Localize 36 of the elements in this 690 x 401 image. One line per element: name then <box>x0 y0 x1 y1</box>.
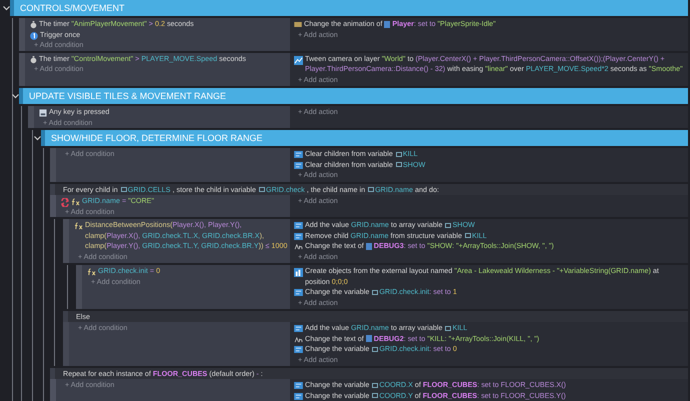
keyboard-icon <box>39 109 47 117</box>
function-icon <box>74 222 83 230</box>
variable-icon <box>294 151 303 158</box>
event-handle[interactable] <box>50 148 56 182</box>
variable-icon <box>294 325 303 332</box>
stopwatch-icon <box>30 21 37 29</box>
group-header[interactable]: UPDATE VISIBLE TILES & MOVEMENT RANGE <box>19 88 688 104</box>
collapse-chevron-icon[interactable] <box>34 136 40 140</box>
variable-icon <box>294 392 303 400</box>
variable-icon <box>294 232 303 240</box>
layout-icon <box>294 268 303 277</box>
function-icon <box>71 198 80 206</box>
group-header[interactable]: SHOW/HIDE FLOOR, DETERMINE FLOOR RANGE <box>41 130 688 146</box>
event-handle[interactable] <box>19 52 25 86</box>
collapse-chevron-icon[interactable] <box>12 94 18 98</box>
function-icon <box>87 268 96 276</box>
film-icon <box>294 22 302 27</box>
variable-icon <box>294 382 303 389</box>
event-handle[interactable] <box>63 219 69 263</box>
group-header[interactable]: CONTROLS/MOVEMENT <box>10 0 688 16</box>
variable-icon <box>294 162 303 168</box>
text-icon <box>294 244 303 250</box>
camera-tween-icon <box>294 56 303 64</box>
event-handle[interactable] <box>63 322 69 366</box>
stopwatch-icon <box>30 56 37 64</box>
variable-icon <box>294 289 303 296</box>
trigger-icon <box>30 32 38 40</box>
variable-icon <box>294 346 303 353</box>
event-handle[interactable] <box>28 106 34 128</box>
event-handle[interactable] <box>76 265 82 309</box>
event-handle[interactable] <box>19 18 25 50</box>
event-handle[interactable] <box>50 194 56 217</box>
event-handle[interactable] <box>50 379 56 401</box>
text-icon <box>294 336 303 342</box>
variable-icon <box>294 222 303 229</box>
collapse-chevron-icon[interactable] <box>2 6 10 10</box>
